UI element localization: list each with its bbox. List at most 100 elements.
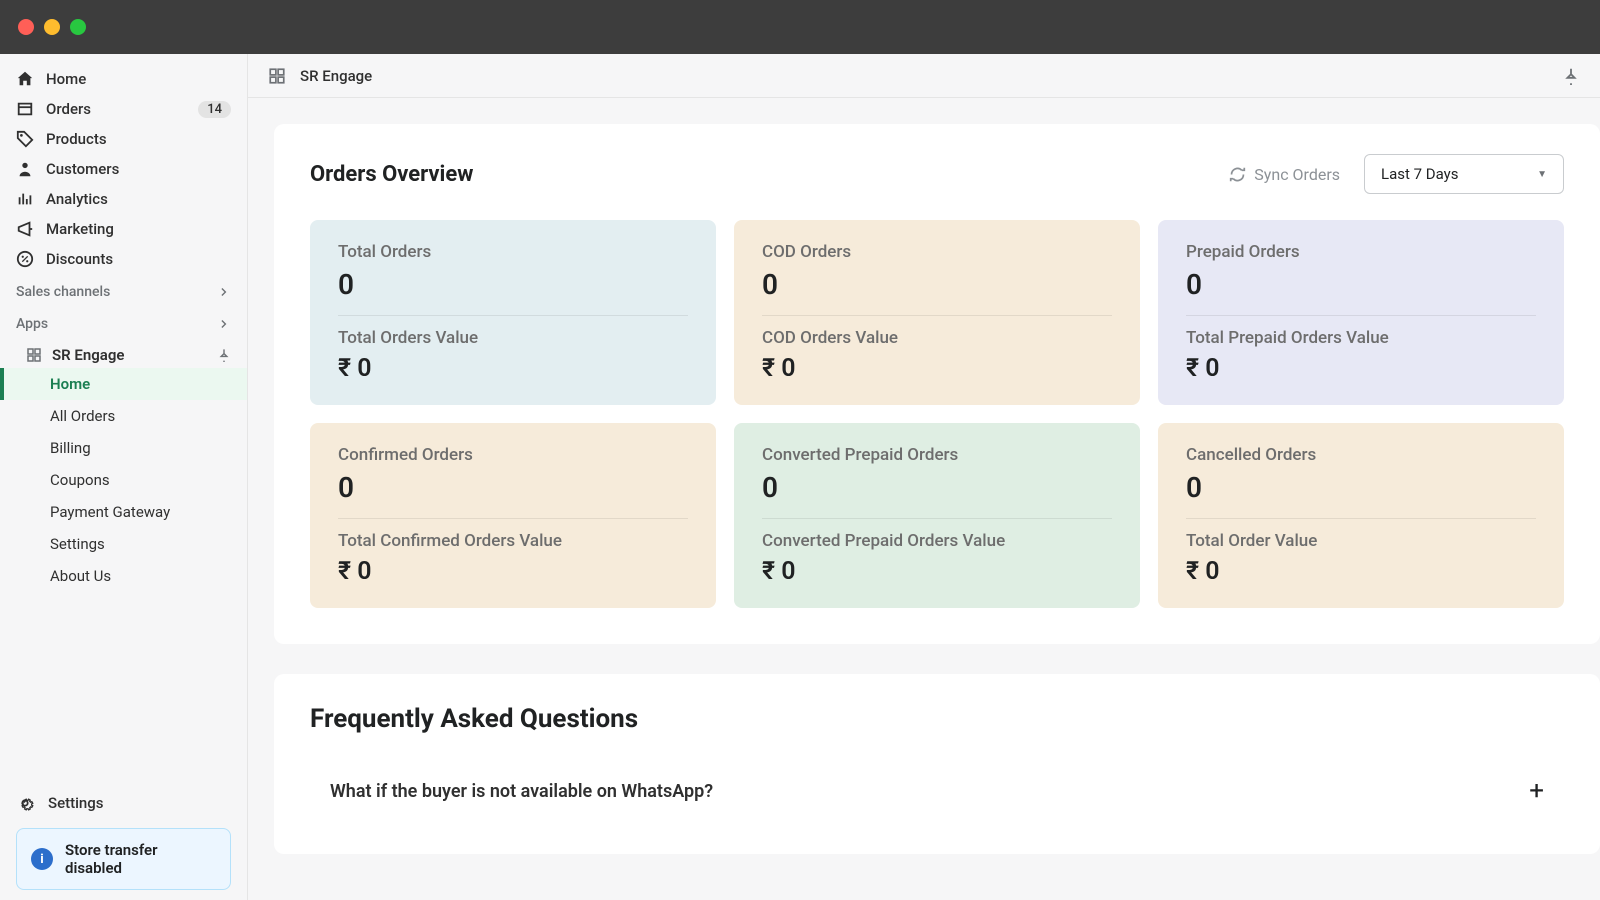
nav-label: Customers	[46, 160, 231, 178]
stat-card-total-orders: Total Orders 0 Total Orders Value ₹ 0	[310, 220, 716, 405]
divider	[1186, 518, 1536, 519]
stat-label: COD Orders	[762, 242, 1112, 262]
app-subitem-all-orders[interactable]: All Orders	[0, 400, 247, 432]
badge: 14	[198, 101, 231, 118]
topbar: SR Engage	[248, 54, 1600, 98]
sidebar-item-orders[interactable]: Orders 14	[0, 94, 247, 124]
stat-value: 0	[1186, 268, 1536, 301]
orders-icon	[16, 100, 34, 118]
sync-label: Sync Orders	[1254, 165, 1340, 184]
settings-label: Settings	[48, 794, 104, 812]
divider	[762, 315, 1112, 316]
app-icon	[26, 347, 42, 363]
faq-question: What if the buyer is not available on Wh…	[330, 781, 713, 802]
window-zoom[interactable]	[70, 19, 86, 35]
app-subitem-payment-gateway[interactable]: Payment Gateway	[0, 496, 247, 528]
orders-overview-card: Orders Overview Sync Orders Last 7 Days …	[274, 124, 1600, 644]
gear-icon	[16, 794, 34, 812]
nav-label: Products	[46, 130, 231, 148]
store-transfer-alert[interactable]: i Store transfer disabled	[16, 828, 231, 890]
sidebar-settings[interactable]: Settings	[16, 788, 231, 828]
overview-title: Orders Overview	[310, 162, 473, 187]
page-title: SR Engage	[300, 67, 372, 85]
sidebar-item-analytics[interactable]: Analytics	[0, 184, 247, 214]
stat-label2: COD Orders Value	[762, 328, 1112, 348]
app-subitem-settings[interactable]: Settings	[0, 528, 247, 560]
stat-label2: Total Orders Value	[338, 328, 688, 348]
stat-label: Cancelled Orders	[1186, 445, 1536, 465]
sales-channels-label: Sales channels	[16, 284, 110, 300]
stat-value2: ₹ 0	[1186, 354, 1536, 383]
pin-icon[interactable]	[1562, 67, 1580, 85]
app-icon	[268, 67, 286, 85]
home-icon	[16, 70, 34, 88]
faq-title: Frequently Asked Questions	[310, 704, 1564, 734]
faq-item[interactable]: What if the buyer is not available on Wh…	[310, 764, 1564, 818]
stat-label: Prepaid Orders	[1186, 242, 1536, 262]
stat-card-confirmed-orders: Confirmed Orders 0 Total Confirmed Order…	[310, 423, 716, 608]
pin-icon[interactable]	[217, 348, 231, 362]
stat-value: 0	[1186, 471, 1536, 504]
chevron-right-icon	[217, 317, 231, 331]
divider	[1186, 315, 1536, 316]
app-subitem-home[interactable]: Home	[0, 368, 247, 400]
discount-icon	[16, 250, 34, 268]
nav-label: Orders	[46, 100, 186, 118]
sync-orders-button[interactable]: Sync Orders	[1229, 165, 1340, 184]
stat-value2: ₹ 0	[1186, 557, 1536, 586]
stat-value2: ₹ 0	[338, 557, 688, 586]
stat-label2: Total Confirmed Orders Value	[338, 531, 688, 551]
divider	[338, 518, 688, 519]
stat-label2: Total Order Value	[1186, 531, 1536, 551]
sidebar-app-sr-engage[interactable]: SR Engage	[0, 338, 247, 368]
window-minimize[interactable]	[44, 19, 60, 35]
main-content: SR Engage Orders Overview Sync Orders La…	[248, 54, 1600, 900]
plus-icon: +	[1529, 776, 1544, 806]
refresh-icon	[1229, 166, 1246, 183]
sidebar-item-customers[interactable]: Customers	[0, 154, 247, 184]
stat-label: Total Orders	[338, 242, 688, 262]
app-subitem-coupons[interactable]: Coupons	[0, 464, 247, 496]
tag-icon	[16, 130, 34, 148]
analytics-icon	[16, 190, 34, 208]
stat-card-prepaid-orders: Prepaid Orders 0 Total Prepaid Orders Va…	[1158, 220, 1564, 405]
stat-value2: ₹ 0	[762, 354, 1112, 383]
app-subitem-billing[interactable]: Billing	[0, 432, 247, 464]
sidebar: Home Orders 14 Products Customers Analytics Ma…	[0, 54, 248, 900]
apps-label: Apps	[16, 316, 48, 332]
sidebar-item-marketing[interactable]: Marketing	[0, 214, 247, 244]
sales-channels-header[interactable]: Sales channels	[0, 274, 247, 306]
stat-value: 0	[762, 471, 1112, 504]
faq-card: Frequently Asked Questions What if the b…	[274, 674, 1600, 854]
stat-label: Confirmed Orders	[338, 445, 688, 465]
window-titlebar	[0, 0, 1600, 54]
window-close[interactable]	[18, 19, 34, 35]
stat-card-cod-orders: COD Orders 0 COD Orders Value ₹ 0	[734, 220, 1140, 405]
person-icon	[16, 160, 34, 178]
caret-down-icon: ▼	[1537, 169, 1547, 180]
nav-label: Discounts	[46, 250, 231, 268]
stat-value2: ₹ 0	[338, 354, 688, 383]
alert-text: Store transfer disabled	[65, 841, 216, 877]
sidebar-item-discounts[interactable]: Discounts	[0, 244, 247, 274]
stat-label2: Total Prepaid Orders Value	[1186, 328, 1536, 348]
apps-header[interactable]: Apps	[0, 306, 247, 338]
nav-label: Home	[46, 70, 231, 88]
nav-label: Analytics	[46, 190, 231, 208]
stat-value: 0	[762, 268, 1112, 301]
stat-value2: ₹ 0	[762, 557, 1112, 586]
app-subitem-about-us[interactable]: About Us	[0, 560, 247, 592]
sidebar-item-home[interactable]: Home	[0, 64, 247, 94]
date-range-select[interactable]: Last 7 Days ▼	[1364, 154, 1564, 194]
divider	[762, 518, 1112, 519]
date-range-value: Last 7 Days	[1381, 165, 1459, 183]
stat-card-converted-prepaid-orders: Converted Prepaid Orders 0 Converted Pre…	[734, 423, 1140, 608]
info-icon: i	[31, 848, 53, 870]
sidebar-item-products[interactable]: Products	[0, 124, 247, 154]
divider	[338, 315, 688, 316]
stat-card-cancelled-orders: Cancelled Orders 0 Total Order Value ₹ 0	[1158, 423, 1564, 608]
chevron-right-icon	[217, 285, 231, 299]
stat-label: Converted Prepaid Orders	[762, 445, 1112, 465]
app-name: SR Engage	[52, 346, 124, 364]
stat-value: 0	[338, 268, 688, 301]
